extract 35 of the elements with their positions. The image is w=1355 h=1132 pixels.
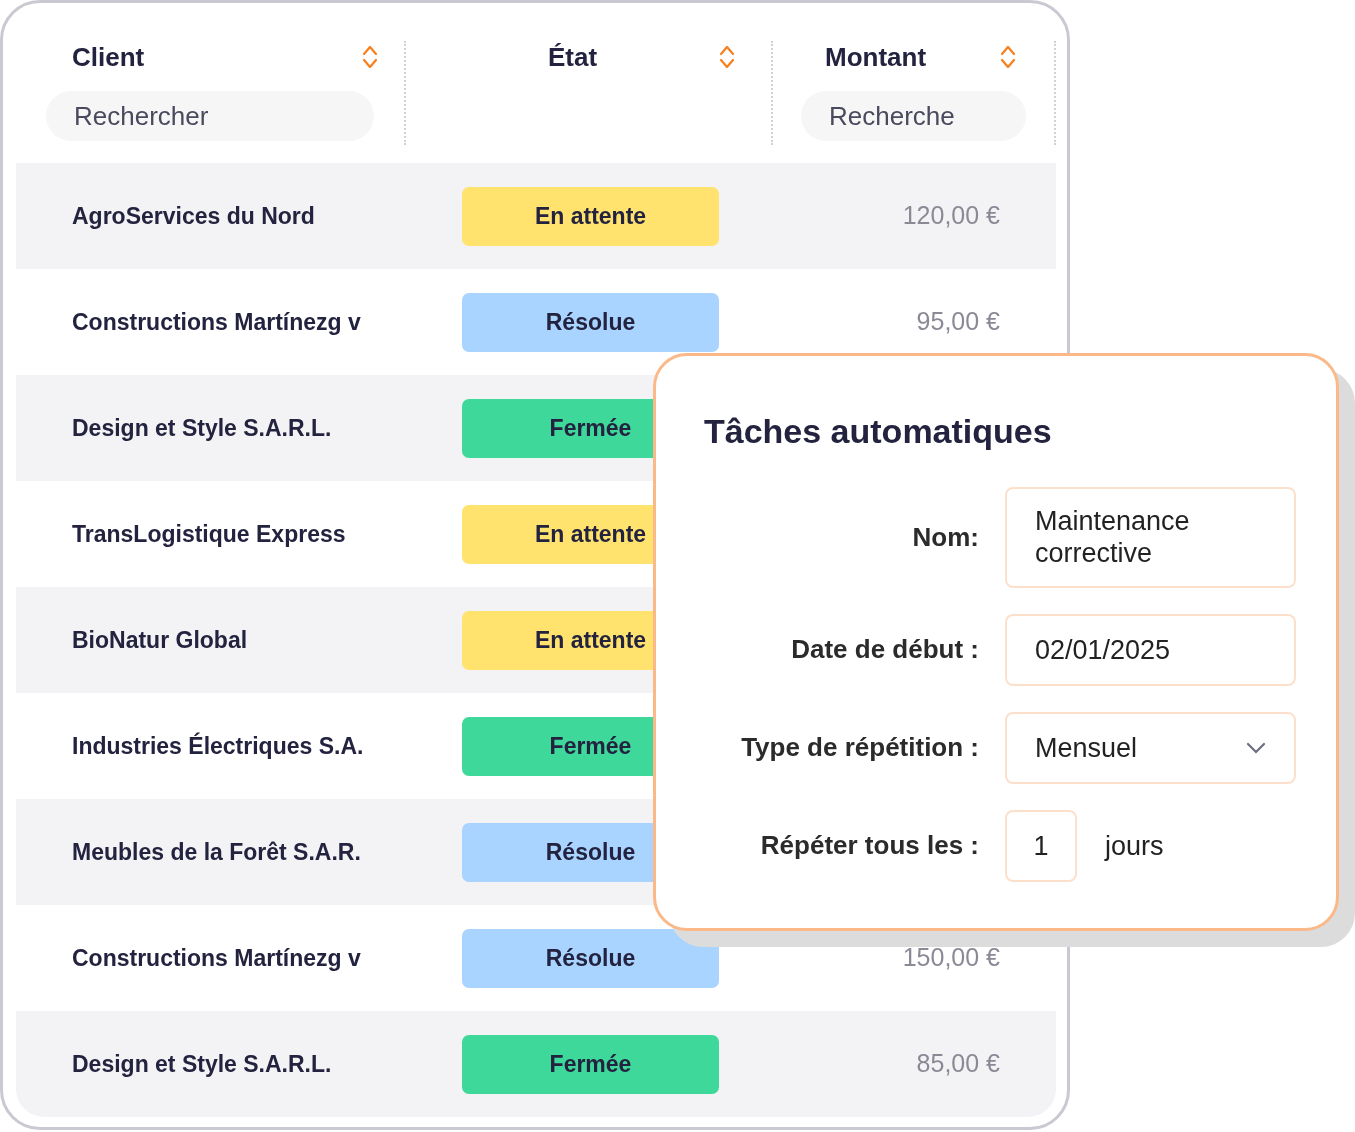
field-label: Date de début : <box>790 633 979 667</box>
search-field[interactable]: Recherche <box>801 91 1026 141</box>
status-badge: Résolue <box>462 928 719 988</box>
client-name: TransLogistique Express <box>71 519 347 549</box>
column-header[interactable]: Client <box>72 41 145 73</box>
client-name: Design et Style S.A.R.L. <box>71 1049 333 1079</box>
column-header[interactable]: Montant <box>825 41 927 73</box>
sort-icon[interactable] <box>719 44 735 70</box>
amount-text: 150,00 € <box>902 943 1000 972</box>
client-name: Design et Style S.A.R.L. <box>71 413 333 443</box>
number-field[interactable]: 1 <box>1005 809 1077 882</box>
sort-icon[interactable] <box>362 44 378 70</box>
unit-label: jours <box>1105 829 1164 863</box>
amount-text: 120,00 € <box>902 201 1000 230</box>
client-name: AgroServices du Nord <box>71 201 316 231</box>
chevron-down-icon <box>1246 741 1266 754</box>
sort-icon[interactable] <box>1000 44 1016 70</box>
status-badge: Résolue <box>462 292 719 352</box>
status-badge: En attente <box>462 186 719 246</box>
input-field[interactable]: Maintenance corrective <box>1005 487 1296 588</box>
client-name: Meubles de la Forêt S.A.R. <box>71 837 362 867</box>
field-label: Nom: <box>911 520 979 554</box>
amount-text: 85,00 € <box>916 1049 1000 1078</box>
amount-text: 95,00 € <box>916 307 1000 336</box>
client-name: Constructions Martínezg v <box>71 943 362 973</box>
status-badge: Fermée <box>462 1034 719 1094</box>
field-label: Répéter tous les : <box>759 829 979 863</box>
client-name: Constructions Martínezg v <box>71 307 362 337</box>
client-name: BioNatur Global <box>71 625 249 655</box>
column-header[interactable]: État <box>548 41 598 73</box>
field-label: Type de répétition : <box>740 731 979 765</box>
input-field[interactable]: 02/01/2025 <box>1005 613 1296 686</box>
client-name: Industries Électriques S.A. <box>71 731 365 761</box>
search-field[interactable]: Rechercher <box>46 91 374 141</box>
dropdown-field[interactable]: Mensuel <box>1005 711 1296 784</box>
